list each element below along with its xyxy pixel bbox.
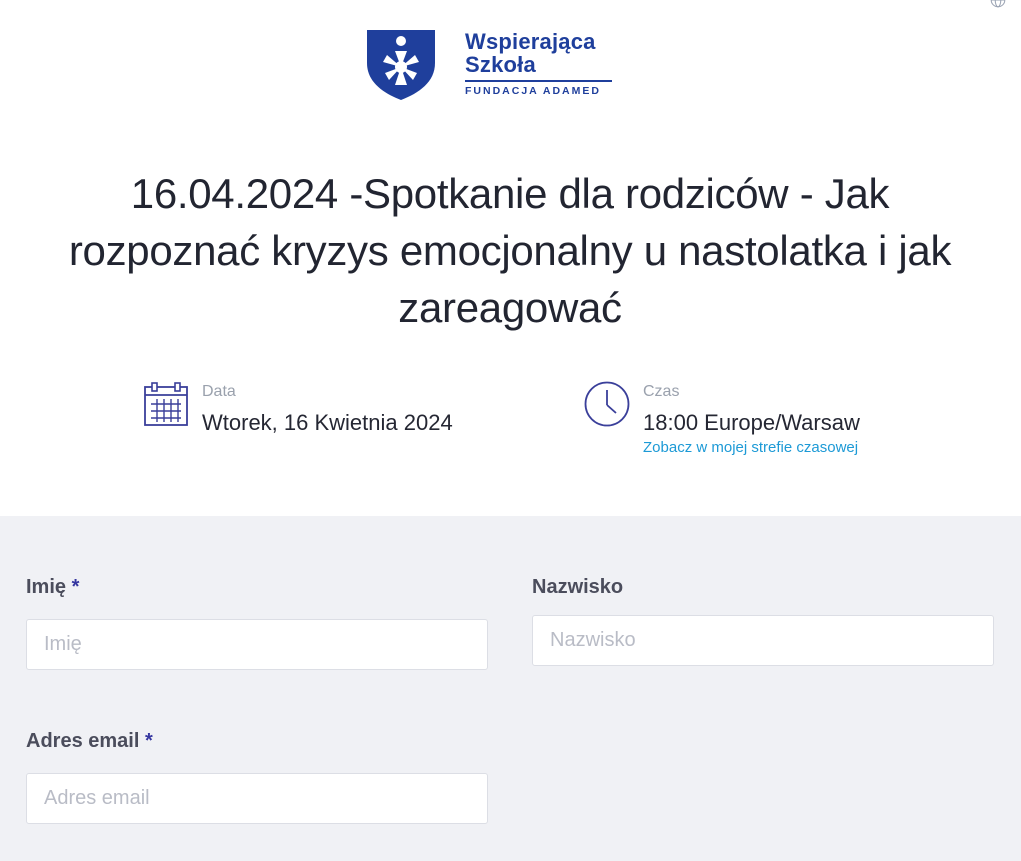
time-value: 18:00 Europe/Warsaw: [643, 410, 860, 435]
logo-text: Wspierająca Szkoła FUNDACJA ADAMED: [465, 30, 612, 97]
timezone-link[interactable]: Zobacz w mojej strefie czasowej: [643, 439, 860, 456]
first-name-field: Imię *: [26, 576, 488, 672]
brand-logo: Wspierająca Szkoła FUNDACJA ADAMED: [365, 27, 615, 103]
email-field: Adres email *: [26, 730, 488, 826]
email-label-text: Adres email: [26, 730, 140, 752]
required-mark: *: [144, 730, 153, 752]
logo-line-1: Wspierająca: [465, 29, 596, 54]
last-name-input[interactable]: [532, 615, 994, 666]
first-name-label-text: Imię: [26, 576, 67, 598]
event-title: 16.04.2024 -Spotkanie dla rodziców - Jak…: [68, 170, 952, 331]
logo-line-2: Szkoła: [465, 52, 536, 77]
email-label: Adres email *: [26, 730, 488, 753]
time-label: Czas: [643, 383, 680, 400]
registration-form: Imię * Nazwisko Adres email *: [0, 516, 1021, 861]
email-input[interactable]: [26, 773, 488, 824]
event-time: Czas 18:00 Europe/Warsaw Zobacz w mojej …: [583, 380, 860, 456]
last-name-field: Nazwisko: [532, 576, 994, 668]
required-mark: *: [71, 576, 80, 598]
shield-logo-icon: [367, 30, 435, 100]
clock-icon: [584, 381, 630, 427]
event-date: Data Wtorek, 16 Kwietnia 2024: [142, 380, 453, 436]
last-name-label: Nazwisko: [532, 576, 624, 598]
calendar-icon: [144, 382, 188, 426]
logo-divider: [465, 80, 612, 82]
logo-subtitle: FUNDACJA ADAMED: [465, 84, 601, 97]
date-label: Data: [202, 383, 236, 400]
globe-icon[interactable]: [988, 0, 1008, 8]
first-name-label: Imię *: [26, 576, 488, 599]
first-name-input[interactable]: [26, 619, 488, 670]
date-value: Wtorek, 16 Kwietnia 2024: [202, 410, 453, 435]
